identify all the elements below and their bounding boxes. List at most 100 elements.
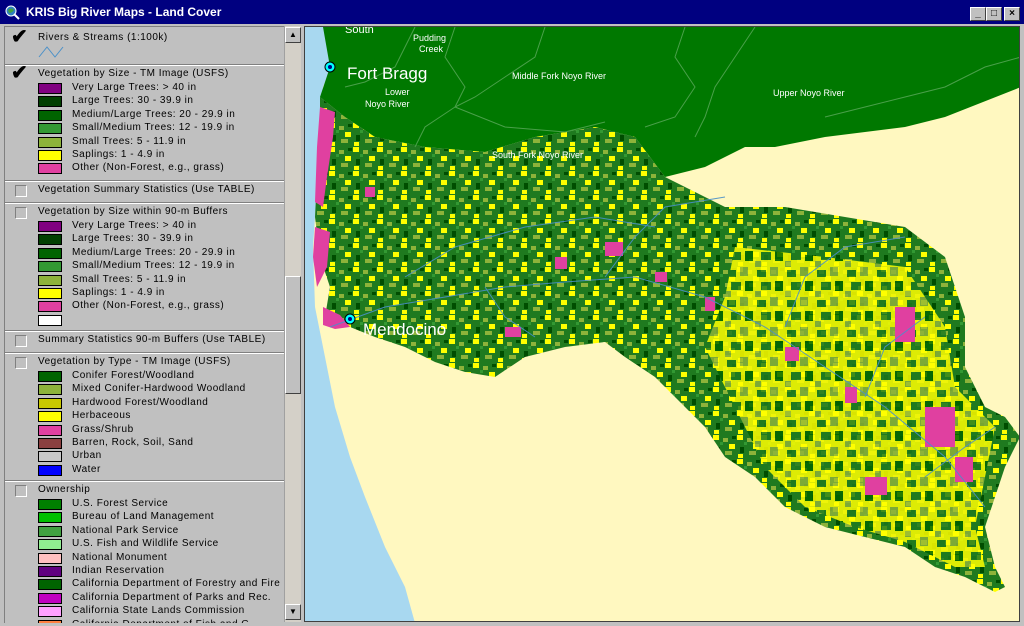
- legend-item-label: Bureau of Land Management: [72, 511, 215, 523]
- legend-divider: [5, 330, 287, 332]
- theme-checkmark-icon[interactable]: ✔: [11, 27, 28, 47]
- legend-swatch: [38, 274, 62, 286]
- legend-item-label: U.S. Forest Service: [72, 498, 169, 509]
- legend-item-label: Medium/Large Trees: 20 - 29.9 in: [72, 246, 236, 258]
- label-middle-fork: Middle Fork Noyo River: [512, 71, 606, 81]
- close-button[interactable]: ×: [1004, 7, 1020, 21]
- theme-checkbox[interactable]: [15, 185, 27, 197]
- theme-name-veg_summary[interactable]: Vegetation Summary Statistics (Use TABLE…: [38, 184, 255, 195]
- legend-swatch: [38, 592, 62, 604]
- legend-item-label: Saplings: 1 - 4.9 in: [72, 287, 165, 298]
- label-south-fork: South Fork Noyo River: [492, 150, 583, 160]
- legend-swatch: [38, 136, 62, 148]
- legend-swatch: [38, 384, 62, 396]
- legend-item-label: California Department of Fish and G: [72, 619, 250, 623]
- legend-swatch: [38, 411, 62, 423]
- label-upper-noyo: Upper Noyo River: [773, 88, 845, 98]
- legend-item-label: Conifer Forest/Woodland: [72, 370, 195, 381]
- maximize-button[interactable]: □: [986, 7, 1002, 21]
- legend-swatch: [38, 438, 62, 449]
- legend-swatch: [38, 301, 62, 313]
- theme-checkmark-icon[interactable]: ✔: [11, 63, 28, 83]
- legend-item-label: Urban: [72, 450, 102, 462]
- legend-swatch: [38, 424, 62, 436]
- fort-bragg-marker: [324, 61, 336, 73]
- legend-swatch: [38, 606, 62, 618]
- legend-panel[interactable]: ✔ Rivers & Streams (1:100k) ✔ Vegetation by…: [4, 26, 287, 623]
- legend-item-label: U.S. Fish and Wildlife Service: [72, 538, 219, 550]
- legend-swatch: [38, 499, 62, 510]
- legend-item-label: California State Lands Commission: [72, 605, 245, 617]
- legend-item-label: National Monument: [72, 551, 168, 563]
- legend-item-label: Other (Non-Forest, e.g., grass): [72, 162, 225, 174]
- legend-swatch: [38, 525, 62, 537]
- theme-name-veg_buffers[interactable]: Vegetation by Size within 90-m Buffers: [38, 206, 228, 217]
- theme-checkbox[interactable]: [15, 335, 27, 347]
- legend-divider: [5, 352, 287, 354]
- scroll-thumb[interactable]: [285, 276, 301, 394]
- theme-name-veg_size[interactable]: Vegetation by Size - TM Image (USFS): [38, 68, 229, 79]
- legend-item-label: Small/Medium Trees: 12 - 19.9 in: [72, 122, 235, 134]
- legend-item-label: Other (Non-Forest, e.g., grass): [72, 300, 225, 312]
- legend-swatch: [38, 163, 62, 175]
- theme-checkbox[interactable]: [15, 485, 27, 497]
- legend-item-label: Very Large Trees: > 40 in: [72, 82, 197, 93]
- legend-item-label: Hardwood Forest/Woodland: [72, 396, 209, 408]
- legend-swatch: [38, 288, 62, 299]
- legend-item-label: Small Trees: 5 - 11.9 in: [72, 135, 187, 147]
- window-title: KRIS Big River Maps - Land Cover: [26, 5, 222, 19]
- scroll-down-button[interactable]: ▼: [285, 604, 301, 620]
- legend-item-label: Small/Medium Trees: 12 - 19.9 in: [72, 260, 235, 272]
- theme-name-ownership[interactable]: Ownership: [38, 484, 90, 495]
- legend-swatch: [38, 234, 62, 246]
- legend-item-label: Herbaceous: [72, 410, 131, 422]
- label-lower-noyo-2: Noyo River: [365, 99, 410, 109]
- legend-swatch: [38, 619, 62, 623]
- legend-divider: [5, 480, 287, 482]
- label-pudding-creek-1: Pudding: [413, 33, 446, 43]
- legend-swatch: [38, 83, 62, 94]
- title-bar: KRIS Big River Maps - Land Cover _ □ ×: [0, 0, 1024, 24]
- legend-swatch: [38, 247, 62, 259]
- theme-checkbox[interactable]: [15, 357, 27, 369]
- legend-divider: [5, 64, 287, 66]
- legend-swatch: [38, 397, 62, 409]
- legend-swatch: [38, 123, 62, 135]
- theme-name-summary_buffers[interactable]: Summary Statistics 90-m Buffers (Use TAB…: [38, 334, 266, 345]
- legend-swatch: [38, 451, 62, 463]
- legend-item-label: Large Trees: 30 - 39.9 in: [72, 233, 194, 245]
- map-view[interactable]: South Pudding Creek Fort Bragg Middle Fo…: [304, 26, 1020, 622]
- legend-item-label: Barren, Rock, Soil, Sand: [72, 437, 194, 448]
- legend-swatch: [38, 314, 62, 326]
- legend-swatch: [38, 150, 62, 161]
- legend-swatch: [38, 552, 62, 564]
- stream-line-icon: [38, 46, 64, 58]
- legend-item-label: Very Large Trees: > 40 in: [72, 220, 197, 231]
- legend-swatch: [38, 261, 62, 273]
- legend-item-label: California Department of Parks and Rec.: [72, 591, 272, 603]
- legend-item-label: Mixed Conifer-Hardwood Woodland: [72, 383, 246, 395]
- theme-name-veg_type[interactable]: Vegetation by Type - TM Image (USFS): [38, 356, 231, 367]
- legend-item-label: Water: [72, 463, 101, 475]
- minimize-button[interactable]: _: [970, 7, 986, 21]
- legend-item-label: Grass/Shrub: [72, 423, 134, 435]
- mendocino-marker: [344, 313, 356, 325]
- label-fort-bragg: Fort Bragg: [347, 64, 427, 83]
- legend-swatch: [38, 512, 62, 524]
- app-globe-icon: [5, 5, 20, 20]
- map-canvas[interactable]: South Pudding Creek Fort Bragg Middle Fo…: [305, 27, 1020, 622]
- legend-item-label: Large Trees: 30 - 39.9 in: [72, 95, 194, 107]
- label-pudding-creek-2: Creek: [419, 44, 444, 54]
- legend-item-label: Indian Reservation: [72, 565, 165, 576]
- theme-checkbox[interactable]: [15, 207, 27, 219]
- legend-divider: [5, 180, 287, 182]
- legend-swatch: [38, 96, 62, 108]
- legend-swatch: [38, 566, 62, 577]
- legend-item-label: National Park Service: [72, 524, 179, 536]
- theme-name-rivers[interactable]: Rivers & Streams (1:100k): [38, 32, 168, 43]
- legend-item-label: Saplings: 1 - 4.9 in: [72, 149, 165, 160]
- label-south: South: [345, 27, 374, 36]
- scroll-up-button[interactable]: ▲: [285, 27, 301, 43]
- legend-swatch: [38, 579, 62, 591]
- legend-scrollbar[interactable]: ▲ ▼: [284, 26, 301, 622]
